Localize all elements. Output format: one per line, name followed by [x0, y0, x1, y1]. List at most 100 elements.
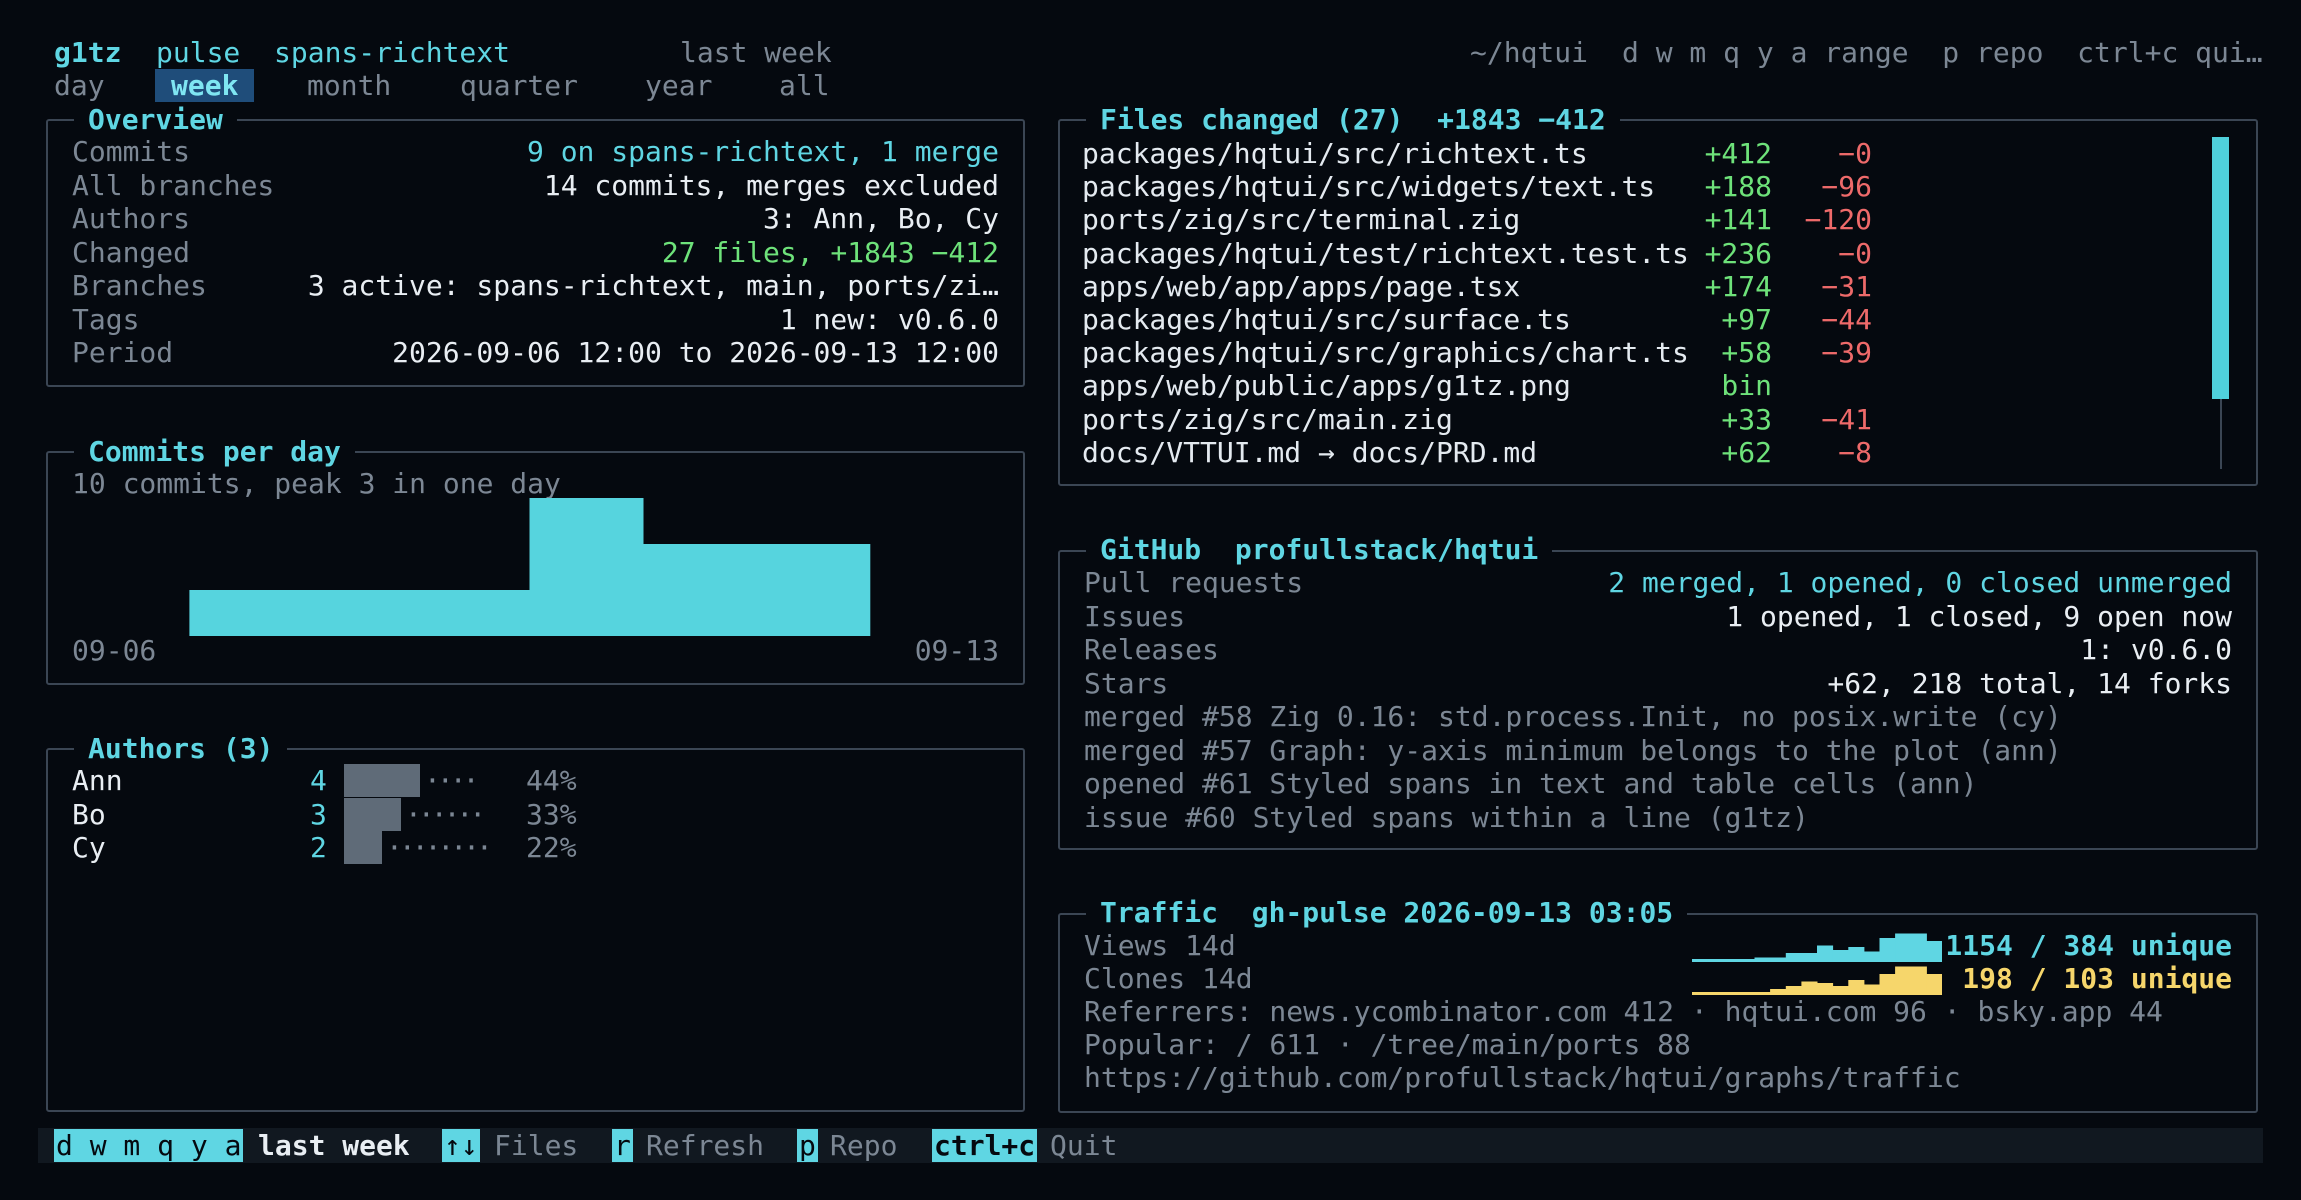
tab-quarter[interactable]: quarter: [460, 69, 578, 102]
commits-bar-09-11: [642, 544, 757, 636]
views-spark-bar: [1832, 950, 1849, 962]
overview-panel: Commits 9 on spans-richtext, 1 merge All b…: [46, 119, 1025, 387]
tab-year[interactable]: year: [645, 69, 712, 102]
authors-title: Authors (3): [74, 732, 288, 765]
file-row[interactable]: packages/hqtui/src/richtext.ts +412 −0: [1082, 137, 1902, 170]
author-name: Ann: [72, 764, 123, 797]
views-spark-bar: [1910, 933, 1927, 962]
file-deletions: −96: [1821, 170, 1872, 204]
file-additions: +174: [1704, 269, 1772, 303]
github-event[interactable]: issue #60 Styled spans within a line (g1…: [1084, 801, 1809, 834]
overview-row: Period 2026-09-06 12:00 to 2026-09-13 12:…: [72, 336, 999, 369]
author-share-percent: 33%: [526, 797, 577, 831]
files-key[interactable]: ↑↓: [442, 1129, 480, 1162]
file-deletions: −41: [1821, 402, 1872, 436]
views-spark-bar: [1863, 951, 1880, 962]
overview-row: All branches 14 commits, merges excluded: [72, 169, 999, 202]
file-path: packages/hqtui/src/widgets/text.ts: [1082, 170, 1656, 204]
github-event[interactable]: opened #61 Styled spans in text and tabl…: [1084, 767, 1977, 800]
tab-week[interactable]: week: [155, 69, 255, 102]
clones-spark-bar: [1879, 974, 1896, 995]
file-row[interactable]: apps/web/app/apps/page.tsx +174 −31: [1082, 270, 1902, 303]
author-share-percent: 22%: [526, 831, 577, 864]
file-additions: +236: [1704, 236, 1772, 270]
github-row-label: Issues: [1084, 599, 1186, 633]
branch-name: spans-richtext: [274, 36, 511, 69]
overview-row: Changed 27 files, +1843 −412: [72, 236, 999, 269]
clones-spark-bar: [1926, 974, 1942, 995]
file-path: packages/hqtui/src/graphics/chart.ts: [1082, 336, 1689, 370]
chart-end-label: 09-13: [914, 634, 999, 667]
github-row-label: Stars: [1084, 666, 1169, 700]
file-row[interactable]: packages/hqtui/src/widgets/text.ts +188 −9…: [1082, 170, 1902, 203]
quit-key[interactable]: ctrl+c: [932, 1129, 1038, 1162]
views-spark-bar: [1785, 953, 1802, 962]
overview-row-label: Authors: [72, 202, 191, 235]
range-keys[interactable]: d w m q y a: [54, 1129, 244, 1162]
overview-row: Tags 1 new: v0.6.0: [72, 303, 999, 336]
traffic-panel: Views 14d Clones 14d 1154 / 384 unique 1…: [1058, 913, 2258, 1113]
overview-row-label: Branches: [72, 269, 207, 302]
commits-bar-09-08: [302, 590, 417, 636]
github-event[interactable]: merged #58 Zig 0.16: std.process.Init, n…: [1084, 700, 2062, 733]
author-name: Cy: [72, 831, 106, 864]
file-additions: +33: [1721, 402, 1772, 436]
clones-value: 198 / 103 unique: [1962, 962, 2232, 995]
author-commit-count: 3: [310, 797, 327, 831]
file-row[interactable]: docs/VTTUI.md → docs/PRD.md +62 −8: [1082, 436, 1902, 469]
file-additions: +58: [1721, 336, 1772, 370]
views-spark-bar: [1879, 938, 1896, 962]
file-deletions: −39: [1821, 336, 1872, 370]
overview-row: Authors 3: Ann, Bo, Cy: [72, 202, 999, 235]
github-event[interactable]: merged #57 Graph: y-axis minimum belongs…: [1084, 734, 2062, 767]
overview-row-label: Tags: [72, 302, 140, 336]
clones-spark-bar: [1817, 983, 1834, 995]
files-title: Files changed (27) +1843 −412: [1086, 103, 1620, 136]
overview-row-label: Period: [72, 336, 174, 369]
overview-row-value: 27 files, +1843 −412: [661, 235, 999, 269]
file-path: apps/web/app/apps/page.tsx: [1082, 269, 1521, 303]
traffic-url[interactable]: https://github.com/profullstack/hqtui/gr…: [1084, 1061, 1961, 1094]
refresh-key[interactable]: r: [612, 1129, 633, 1162]
file-path: docs/VTTUI.md → docs/PRD.md: [1082, 435, 1538, 469]
overview-row-value: 1 new: v0.6.0: [779, 302, 999, 336]
file-row[interactable]: apps/web/public/apps/g1tz.png bin: [1082, 369, 1902, 402]
file-row[interactable]: ports/zig/src/main.zig +33 −41: [1082, 403, 1902, 436]
repo-key[interactable]: p: [797, 1129, 818, 1162]
file-additions: +412: [1704, 137, 1772, 170]
views-label: Views 14d: [1084, 929, 1236, 962]
file-path: ports/zig/src/terminal.zig: [1082, 203, 1521, 237]
file-path: packages/hqtui/test/richtext.test.ts: [1082, 236, 1689, 270]
overview-title: Overview: [74, 103, 237, 136]
tab-day[interactable]: day: [54, 69, 105, 102]
file-additions: +97: [1721, 303, 1772, 336]
footer-quit-label: Quit: [1050, 1129, 1118, 1162]
clones-spark-bar: [1848, 980, 1865, 995]
clones-spark-bar: [1863, 984, 1880, 995]
file-row[interactable]: packages/hqtui/test/richtext.test.ts +236…: [1082, 237, 1902, 270]
views-sparkline: [1692, 933, 1942, 962]
github-row-label: Pull requests: [1084, 566, 1304, 599]
footer-repo-label: Repo: [830, 1129, 898, 1162]
file-deletions: −0: [1838, 137, 1872, 170]
file-row[interactable]: packages/hqtui/src/graphics/chart.ts +58 −…: [1082, 336, 1902, 369]
file-row[interactable]: ports/zig/src/terminal.zig +141 −120: [1082, 203, 1902, 236]
author-share-percent: 44%: [526, 764, 577, 797]
commits-bar-09-12: [756, 544, 871, 636]
file-deletions: −31: [1821, 269, 1872, 303]
file-additions: bin: [1721, 369, 1772, 403]
traffic-title: Traffic gh-pulse 2026-09-13 03:05: [1086, 896, 1688, 929]
files-scrollbar-thumb[interactable]: [2212, 137, 2229, 399]
overview-row-value: 3 active: spans-richtext, main, ports/zi…: [307, 269, 999, 302]
header-shortcuts: d w m q y a range p repo ctrl+c qui…: [1622, 36, 2263, 69]
overview-row-label: Commits: [72, 135, 191, 168]
range-label: last week: [680, 36, 832, 69]
clones-spark-bar: [1801, 981, 1818, 995]
tab-month[interactable]: month: [307, 69, 391, 102]
tab-all[interactable]: all: [779, 69, 830, 102]
author-name: Bo: [72, 797, 106, 831]
file-row[interactable]: packages/hqtui/src/surface.ts +97 −44: [1082, 303, 1902, 336]
overview-row-value: 14 commits, merges excluded: [543, 168, 999, 202]
file-path: apps/web/public/apps/g1tz.png: [1082, 369, 1571, 403]
file-path: ports/zig/src/main.zig: [1082, 402, 1453, 436]
